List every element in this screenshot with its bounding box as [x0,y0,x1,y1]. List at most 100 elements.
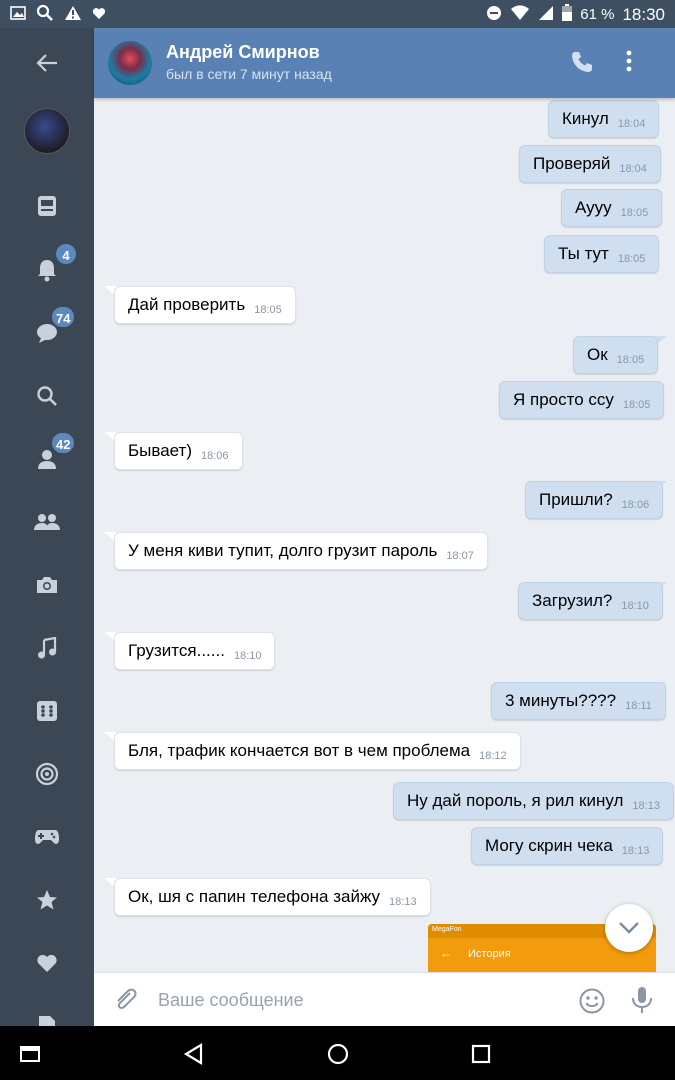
wifi-icon [510,4,530,25]
home-button[interactable] [324,1040,352,1068]
message-outgoing[interactable]: Могу скрин чека 18:13 [471,827,664,865]
message-outgoing[interactable]: Я просто ссу 18:05 [499,381,665,419]
message-time: 18:06 [201,450,229,462]
more-vertical-icon [626,50,632,72]
message-text: Ок [587,345,608,364]
message-time: 18:10 [621,600,649,612]
sidebar-item-news[interactable] [22,186,72,226]
sidebar-item-photos[interactable] [22,565,72,605]
message-outgoing[interactable]: Кинул 18:04 [548,100,660,138]
more-menu-button[interactable] [626,50,646,76]
camera-icon [37,577,57,593]
message-outgoing[interactable]: Проверяй 18:04 [519,145,661,183]
circle-home-icon [327,1043,349,1065]
window-icon [20,1046,40,1062]
message-time: 18:04 [617,118,646,130]
message-text: Ну дай пороль, я рил кинул [407,791,624,810]
message-time: 18:05 [616,354,645,366]
message-list[interactable]: Кинул 18:04 Проверяй 18:04 Ауyy 18:05 Ты… [94,98,675,972]
message-text: Загрузил? [532,591,613,610]
voice-message-button[interactable] [630,985,658,1015]
attach-button[interactable] [112,986,140,1014]
star-icon [37,890,57,910]
search-icon [37,386,57,406]
message-incoming[interactable]: Дай проверить 18:05 [114,286,296,324]
contact-avatar[interactable] [108,41,152,85]
message-outgoing[interactable]: Загрузил? 18:10 [518,582,663,620]
battery-icon [562,4,573,25]
call-button[interactable] [570,50,600,76]
sidebar-item-games[interactable] [22,817,72,857]
message-time: 18:05 [622,399,651,411]
gallery-icon [10,6,26,25]
sidebar-item-documents[interactable] [22,1006,72,1026]
scroll-down-button[interactable] [605,904,653,952]
message-outgoing[interactable]: Ну дай пороль, я рил кинул 18:13 [393,782,674,820]
message-text: Проверяй [533,154,611,173]
sidebar-item-favorites[interactable] [22,880,72,920]
contact-name[interactable]: Андрей Смирнов [166,42,320,63]
message-incoming[interactable]: У меня киви тупит, долго грузит пароль 1… [114,532,488,570]
message-incoming[interactable]: Бывает) 18:06 [114,432,243,470]
document-icon [39,1016,55,1026]
message-time: 18:06 [621,499,650,511]
back-button[interactable] [22,43,72,83]
window-switch-button[interactable] [16,1040,44,1068]
message-text: Бывает) [128,441,193,460]
message-incoming[interactable]: Грузится...... 18:10 [114,632,276,670]
sidebar-item-search[interactable] [22,376,72,416]
message-text: 3 минуты???? [505,691,617,710]
message-text: У меня киви тупит, долго грузит пароль [128,541,438,560]
sidebar-item-games-dice[interactable] [22,691,72,731]
search-icon [36,4,54,27]
target-icon [35,762,59,786]
emoji-button[interactable] [578,987,606,1015]
microphone-icon [632,987,652,1013]
arrow-left-icon: ← [440,946,452,960]
message-text: Пришли? [539,490,613,509]
messages-badge: 74 [50,305,77,329]
friends-badge: 42 [50,431,77,455]
back-nav-button[interactable] [180,1040,208,1068]
message-text: Ты тут [558,244,609,263]
paperclip-icon [117,988,137,1010]
triangle-back-icon [183,1043,203,1065]
chat-header: Андрей Смирнов был в сети 7 минут назад [94,28,675,98]
news-icon [38,196,56,216]
do-not-disturb-icon [486,5,502,25]
message-time: 18:12 [479,750,507,762]
music-note-icon [38,637,57,659]
sidebar-item-music[interactable] [22,628,72,668]
message-outgoing[interactable]: Ауyy 18:05 [561,189,663,227]
recents-button[interactable] [467,1040,495,1068]
chevron-down-icon [619,922,639,934]
message-time: 18:13 [621,845,650,857]
sidebar-item-target[interactable] [22,754,72,794]
attachment-title: История [468,948,511,960]
message-time: 18:05 [254,304,282,316]
sidebar: 4 74 42 [0,28,94,1026]
message-text: Бля, трафик кончается вот в чем проблема [128,741,471,760]
message-time: 18:07 [446,550,474,562]
message-incoming[interactable]: Бля, трафик кончается вот в чем проблема… [114,732,521,770]
status-bar: 61 % 18:30 [0,0,675,28]
message-text: Ауyy [575,198,612,217]
heart-pulse-icon [92,7,106,25]
message-text: Ок, шя с папин телефона зайжу [128,887,381,906]
message-outgoing[interactable]: 3 минуты???? 18:11 [491,682,666,720]
bell-icon [38,260,56,282]
battery-level: 61 % [580,6,615,23]
message-outgoing[interactable]: Ок 18:05 [573,336,659,374]
message-outgoing[interactable]: Пришли? 18:06 [525,481,664,519]
gamepad-icon [35,830,59,844]
phone-icon [572,52,592,72]
message-text: Грузится...... [128,641,225,660]
sidebar-item-likes[interactable] [22,943,72,983]
avatar[interactable] [24,108,70,154]
system-navigation-bar [0,1026,675,1080]
group-icon [34,514,60,530]
message-outgoing[interactable]: Ты тут 18:05 [544,235,660,273]
message-incoming[interactable]: Ок, шя с папин телефона зайжу 18:13 [114,878,431,916]
sidebar-item-communities[interactable] [22,502,72,542]
message-input[interactable] [158,987,548,1013]
